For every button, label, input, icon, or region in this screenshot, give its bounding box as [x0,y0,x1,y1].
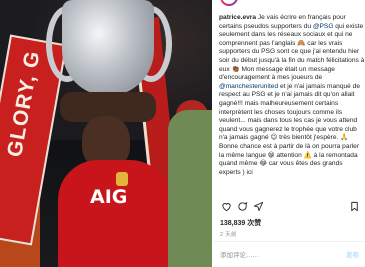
post-side-panel: patrice.evra Je vais écrire en français … [214,0,365,267]
club-crest [116,172,128,186]
player-jersey [58,160,170,267]
post-comment-button[interactable]: 发布 [346,249,359,259]
post-header [214,0,365,8]
mention-psg[interactable]: @PSG [313,23,334,30]
caption-username[interactable]: patrice.evra [219,14,256,21]
mention-manchesterunited[interactable]: @manchesterunited [219,83,278,90]
bookmark-icon[interactable] [348,201,360,213]
post-caption: patrice.evra Je vais écrire en français … [219,14,365,177]
comment-icon[interactable] [236,201,248,213]
caption-text-2: qui existe seulement dans les réseaux so… [219,22,365,82]
heart-icon[interactable] [220,201,232,213]
comment-input[interactable]: 添加评论…… [220,249,259,259]
background-person-right [168,110,212,267]
divider [214,241,365,242]
trophy-cup [62,0,154,96]
jersey-sponsor-text: AIG [90,186,128,208]
caption-text-3: et je n'ai jamais manqué de respect au P… [219,82,361,176]
share-icon[interactable] [252,201,264,213]
avatar[interactable] [220,0,238,6]
action-bar [220,201,360,213]
post-date: 2 天前 [220,232,237,238]
scarf-text: GLORY, G [3,48,45,159]
post-photo[interactable]: GLORY, G AIG [0,0,212,267]
like-count[interactable]: 138,839 次赞 [220,218,261,228]
